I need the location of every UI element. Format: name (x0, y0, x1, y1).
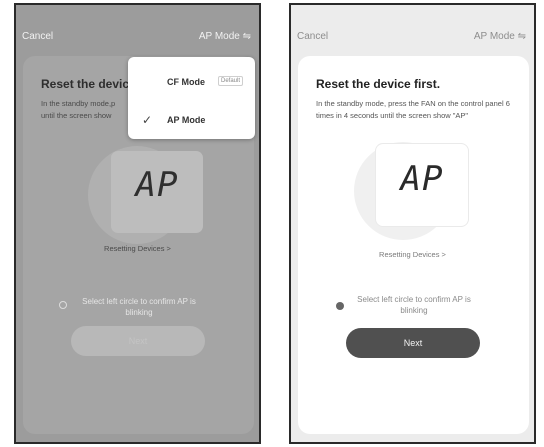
menu-item-cf-mode[interactable]: CF Mode Default (128, 63, 255, 101)
resetting-devices-link[interactable]: Resetting Devices > (16, 244, 259, 253)
confirm-label: Select left circle to confirm AP is blin… (357, 295, 471, 315)
confirm-radio[interactable] (59, 301, 67, 309)
mode-switch-button[interactable]: AP Mode ⇋ (199, 31, 251, 42)
reset-card: Reset the device first. In the standby m… (298, 56, 529, 434)
resetting-devices-link[interactable]: Resetting Devices > (291, 250, 534, 259)
reset-description: In the standby mode,p until the screen s… (41, 99, 116, 120)
cancel-button[interactable]: Cancel (297, 31, 328, 42)
phone-screen-ap-mode-menu: Cancel AP Mode ⇋ Reset the devic In the … (14, 3, 261, 444)
cancel-button[interactable]: Cancel (22, 31, 53, 42)
mode-dropdown-menu: CF Mode Default ✓ AP Mode (128, 57, 255, 139)
ap-display-text: AP (400, 159, 444, 199)
checkmark-icon: ✓ (142, 113, 153, 127)
top-bar: Cancel AP Mode ⇋ (291, 5, 534, 53)
confirm-label: Select left circle to confirm AP is blin… (82, 297, 196, 317)
menu-item-label: AP Mode (167, 115, 206, 125)
next-button[interactable]: Next (71, 326, 205, 356)
menu-item-label: CF Mode (167, 77, 205, 87)
mode-switch-button[interactable]: AP Mode ⇋ (474, 31, 526, 42)
phone-screen-reset-device: Cancel AP Mode ⇋ Reset the device first.… (289, 3, 536, 444)
default-badge: Default (218, 76, 244, 86)
confirm-radio[interactable] (336, 302, 344, 310)
reset-title: Reset the device first. (316, 77, 441, 91)
ap-display-text: AP (135, 165, 179, 205)
top-bar: Cancel AP Mode ⇋ (16, 5, 259, 53)
reset-title: Reset the devic (41, 77, 130, 91)
next-button[interactable]: Next (346, 328, 480, 358)
menu-item-ap-mode[interactable]: ✓ AP Mode (128, 101, 255, 139)
reset-description: In the standby mode, press the FAN on th… (316, 99, 510, 120)
